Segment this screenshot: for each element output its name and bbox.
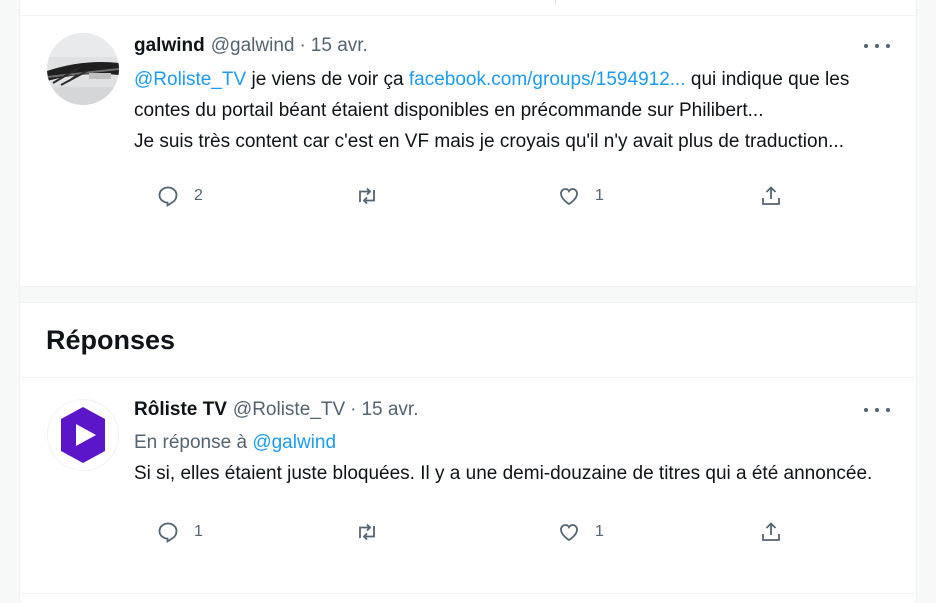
retweet-button[interactable] [355, 184, 379, 208]
tweet-date[interactable]: 15 avr. [311, 34, 368, 58]
in-reply-to: En réponse à @galwind [134, 427, 900, 458]
retweet-button[interactable] [355, 520, 379, 544]
tweet-date[interactable]: 15 avr. [361, 398, 418, 422]
avatar-galwind[interactable] [47, 33, 119, 105]
like-icon [560, 188, 578, 206]
share-icon [762, 522, 780, 541]
tweet-actions: 1 1 [134, 499, 900, 565]
reply-text: Si si, elles étaient juste bloquées. Il … [134, 463, 873, 484]
more-icon[interactable] [864, 36, 890, 56]
scroll-marker [555, 0, 556, 4]
share-button[interactable] [759, 520, 783, 544]
reply-icon [158, 186, 178, 208]
retweet-icon [359, 523, 375, 541]
tweet-text: @Roliste_TV je viens de voir ça facebook… [134, 64, 900, 157]
author-name[interactable]: galwind [134, 34, 205, 58]
timeline-column: galwind @galwind · 15 avr. @Roliste_TV j… [19, 0, 917, 603]
top-strip [20, 0, 916, 16]
tweet-actions: 2 1 [134, 163, 900, 229]
avatar-roliste-tv[interactable] [47, 399, 119, 471]
reply-button[interactable]: 1 [156, 520, 203, 544]
reply-tweet[interactable]: Rôliste TV @Roliste_TV · 15 avr. En répo… [20, 378, 916, 594]
like-button[interactable]: 1 [557, 520, 604, 544]
retweet-icon [359, 187, 375, 205]
replies-heading: Réponses [20, 303, 916, 378]
share-icon [762, 186, 780, 205]
reply-count: 1 [194, 523, 203, 540]
author-name[interactable]: Rôliste TV [134, 398, 227, 422]
author-handle[interactable]: @Roliste_TV [233, 398, 345, 422]
tweet-text-part: je viens de voir ça [246, 69, 409, 90]
more-icon[interactable] [864, 400, 890, 420]
in-reply-mention[interactable]: @galwind [252, 432, 336, 453]
tweet-text-part: Je suis très content car c'est en VF mai… [134, 131, 844, 152]
url-link[interactable]: facebook.com/groups/1594912... [409, 69, 686, 90]
mention-link[interactable]: @Roliste_TV [134, 69, 246, 90]
share-button[interactable] [759, 184, 783, 208]
separator-dot: · [350, 399, 357, 420]
like-icon [560, 524, 578, 542]
in-reply-prefix: En réponse à [134, 432, 253, 453]
section-separator [20, 287, 916, 303]
reply-count: 2 [194, 187, 203, 204]
author-handle[interactable]: @galwind [211, 34, 295, 58]
like-count: 1 [595, 523, 604, 540]
separator-dot: · [299, 35, 306, 56]
reply-button[interactable]: 2 [156, 184, 203, 208]
main-tweet[interactable]: galwind @galwind · 15 avr. @Roliste_TV j… [20, 16, 916, 287]
like-count: 1 [595, 187, 604, 204]
like-button[interactable]: 1 [557, 184, 604, 208]
reply-icon [158, 522, 178, 544]
